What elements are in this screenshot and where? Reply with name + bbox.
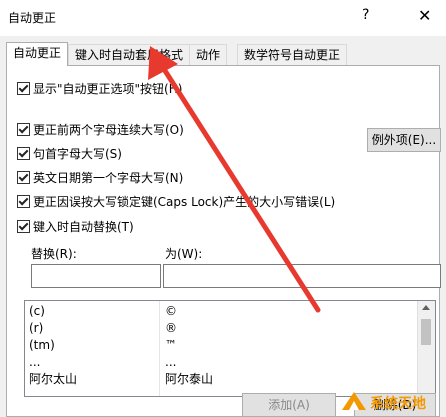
system-logo-icon [342,392,366,410]
tab-autocorrect[interactable]: 自动更正 [6,42,69,66]
watermark-text: 系统天地 [370,396,426,412]
